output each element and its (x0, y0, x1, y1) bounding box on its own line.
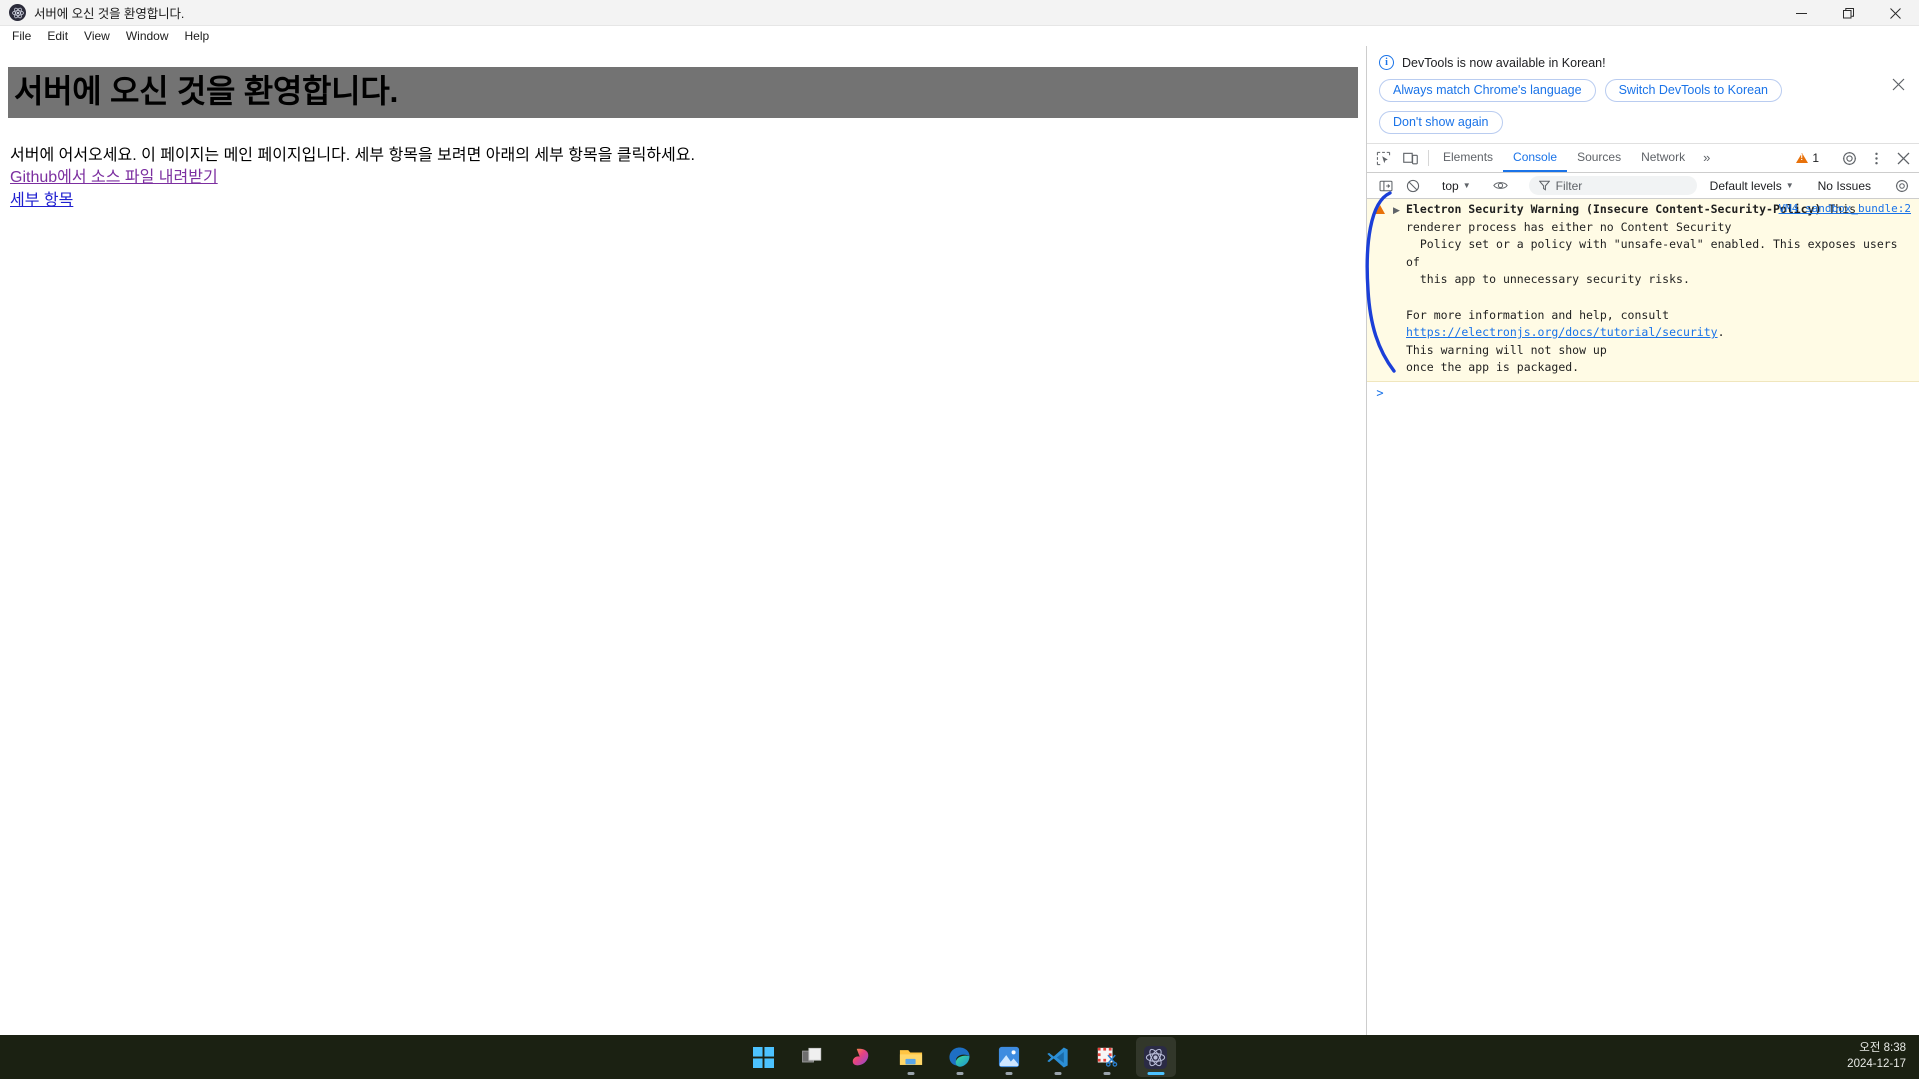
menu-item-file[interactable]: File (4, 27, 39, 45)
file-explorer-button[interactable] (891, 1037, 931, 1077)
page-paragraph: 서버에 어서오세요. 이 페이지는 메인 페이지입니다. 세부 항목을 보려면 … (10, 146, 695, 164)
snipping-tool-button[interactable] (1087, 1037, 1127, 1077)
tab-elements[interactable]: Elements (1433, 144, 1503, 172)
log-levels-value: Default levels (1709, 178, 1782, 193)
console-filter-input[interactable]: Filter (1528, 176, 1697, 195)
close-devtools-icon[interactable] (1890, 152, 1917, 165)
electron-app-button[interactable] (1135, 1037, 1176, 1077)
electron-security-doc-link[interactable]: https://electronjs.org/docs/tutorial/sec… (1406, 325, 1718, 339)
page-title: 서버에 오신 것을 환영합니다. (8, 67, 1358, 118)
info-icon: i (1379, 55, 1394, 70)
devtools-panel: i DevTools is now available in Korean! A… (1366, 46, 1919, 1035)
tab-console[interactable]: Console (1503, 144, 1568, 172)
always-match-language-button[interactable]: Always match Chrome's language (1379, 79, 1596, 102)
console-sidebar-icon[interactable] (1372, 179, 1399, 193)
details-link[interactable]: 세부 항목 (8, 189, 73, 212)
console-output[interactable]: ▶ Electron Security Warning (Insecure Co… (1367, 199, 1919, 1035)
console-message-rest: renderer process has either no Content S… (1406, 219, 1898, 287)
more-tabs-icon[interactable]: » (1695, 144, 1718, 172)
running-indicator (907, 1072, 914, 1075)
warning-triangle-icon (1367, 201, 1393, 377)
copilot-button[interactable] (842, 1037, 882, 1077)
minimize-button[interactable] (1778, 0, 1825, 26)
gear-icon[interactable] (1836, 151, 1863, 166)
vscode-button[interactable] (1038, 1037, 1078, 1077)
device-toolbar-icon[interactable] (1397, 144, 1424, 172)
application-window: 서버에 오신 것을 환영합니다. File Edit View Window H… (0, 0, 1919, 1035)
expand-arrow-icon[interactable]: ▶ (1393, 201, 1406, 377)
github-download-link[interactable]: Github에서 소스 파일 내려받기 (8, 166, 218, 189)
running-indicator (1005, 1072, 1012, 1075)
switch-to-korean-button[interactable]: Switch DevTools to Korean (1604, 79, 1782, 102)
close-icon[interactable] (1887, 73, 1909, 95)
window-title: 서버에 오신 것을 환영합니다. (34, 7, 185, 21)
console-toolbar: top ▼ Filter Default levels ▼ No Issues (1367, 173, 1919, 199)
console-settings-gear-icon[interactable] (1888, 179, 1915, 193)
issues-status[interactable]: No Issues (1810, 179, 1879, 193)
chevron-down-icon: ▼ (1462, 181, 1471, 190)
task-view-button[interactable] (793, 1037, 833, 1077)
live-expression-icon[interactable] (1487, 178, 1514, 193)
restore-button[interactable] (1825, 0, 1872, 26)
warning-count-badge[interactable]: 1 (1790, 151, 1827, 165)
devtools-tab-bar: Elements Console Sources Network » 1 (1367, 143, 1919, 173)
window-controls (1778, 0, 1919, 26)
clock-date: 2024-12-17 (1847, 1058, 1906, 1070)
photos-button[interactable] (989, 1037, 1029, 1077)
running-indicator (1103, 1072, 1110, 1075)
execution-context-value: top (1442, 178, 1459, 193)
electron-icon (9, 4, 26, 21)
tab-network[interactable]: Network (1631, 144, 1695, 172)
content-split: 서버에 오신 것을 환영합니다. 서버에 어서오세요. 이 페이지는 메인 페이… (0, 46, 1919, 1035)
start-button[interactable] (744, 1037, 784, 1077)
clear-console-icon[interactable] (1399, 179, 1426, 193)
console-message-text: Electron Security Warning (Insecure Cont… (1406, 201, 1919, 377)
devtools-language-notification: i DevTools is now available in Korean! A… (1367, 46, 1919, 143)
edge-button[interactable] (940, 1037, 980, 1077)
warning-triangle-icon (1796, 153, 1809, 163)
console-message-title: Electron Security Warning (Insecure Cont… (1406, 202, 1822, 216)
running-indicator (1054, 1072, 1061, 1075)
console-input-prompt[interactable]: > (1367, 382, 1919, 400)
notification-message: DevTools is now available in Korean! (1402, 55, 1606, 70)
execution-context-selector[interactable]: top ▼ (1435, 179, 1478, 193)
warning-count-value: 1 (1812, 151, 1819, 165)
console-message-after: For more information and help, consult (1406, 307, 1670, 322)
kebab-menu-icon[interactable] (1863, 151, 1890, 166)
menu-item-edit[interactable]: Edit (39, 27, 76, 45)
clock-time: 오전 8:38 (1859, 1042, 1906, 1055)
inspect-element-icon[interactable] (1370, 144, 1397, 172)
taskbar-items (744, 1037, 1176, 1077)
title-bar: 서버에 오신 것을 환영합니다. (0, 0, 1919, 26)
tab-sources[interactable]: Sources (1567, 144, 1631, 172)
dont-show-again-button[interactable]: Don't show again (1379, 111, 1503, 134)
filter-placeholder: Filter (1555, 178, 1583, 193)
taskbar-clock[interactable]: 오전 8:38 2024-12-17 (1847, 1041, 1906, 1073)
menu-item-help[interactable]: Help (177, 27, 218, 45)
menu-bar: File Edit View Window Help (0, 26, 1919, 46)
close-button[interactable] (1872, 0, 1919, 26)
chevron-down-icon: ▼ (1785, 181, 1794, 190)
console-warning-message[interactable]: ▶ Electron Security Warning (Insecure Co… (1367, 199, 1919, 382)
filter-icon (1538, 180, 1550, 191)
menu-item-view[interactable]: View (76, 27, 118, 45)
active-indicator (1147, 1072, 1164, 1075)
console-message-source-link[interactable]: VM4 sandbox_bundle:2 (1779, 202, 1911, 215)
taskbar: 오전 8:38 2024-12-17 (0, 1035, 1919, 1079)
web-page-viewport: 서버에 오신 것을 환영합니다. 서버에 어서오세요. 이 페이지는 메인 페이… (0, 46, 1366, 1035)
prompt-caret-icon: > (1376, 385, 1384, 400)
running-indicator (956, 1072, 963, 1075)
log-levels-selector[interactable]: Default levels ▼ (1703, 179, 1801, 193)
menu-item-window[interactable]: Window (118, 27, 177, 45)
